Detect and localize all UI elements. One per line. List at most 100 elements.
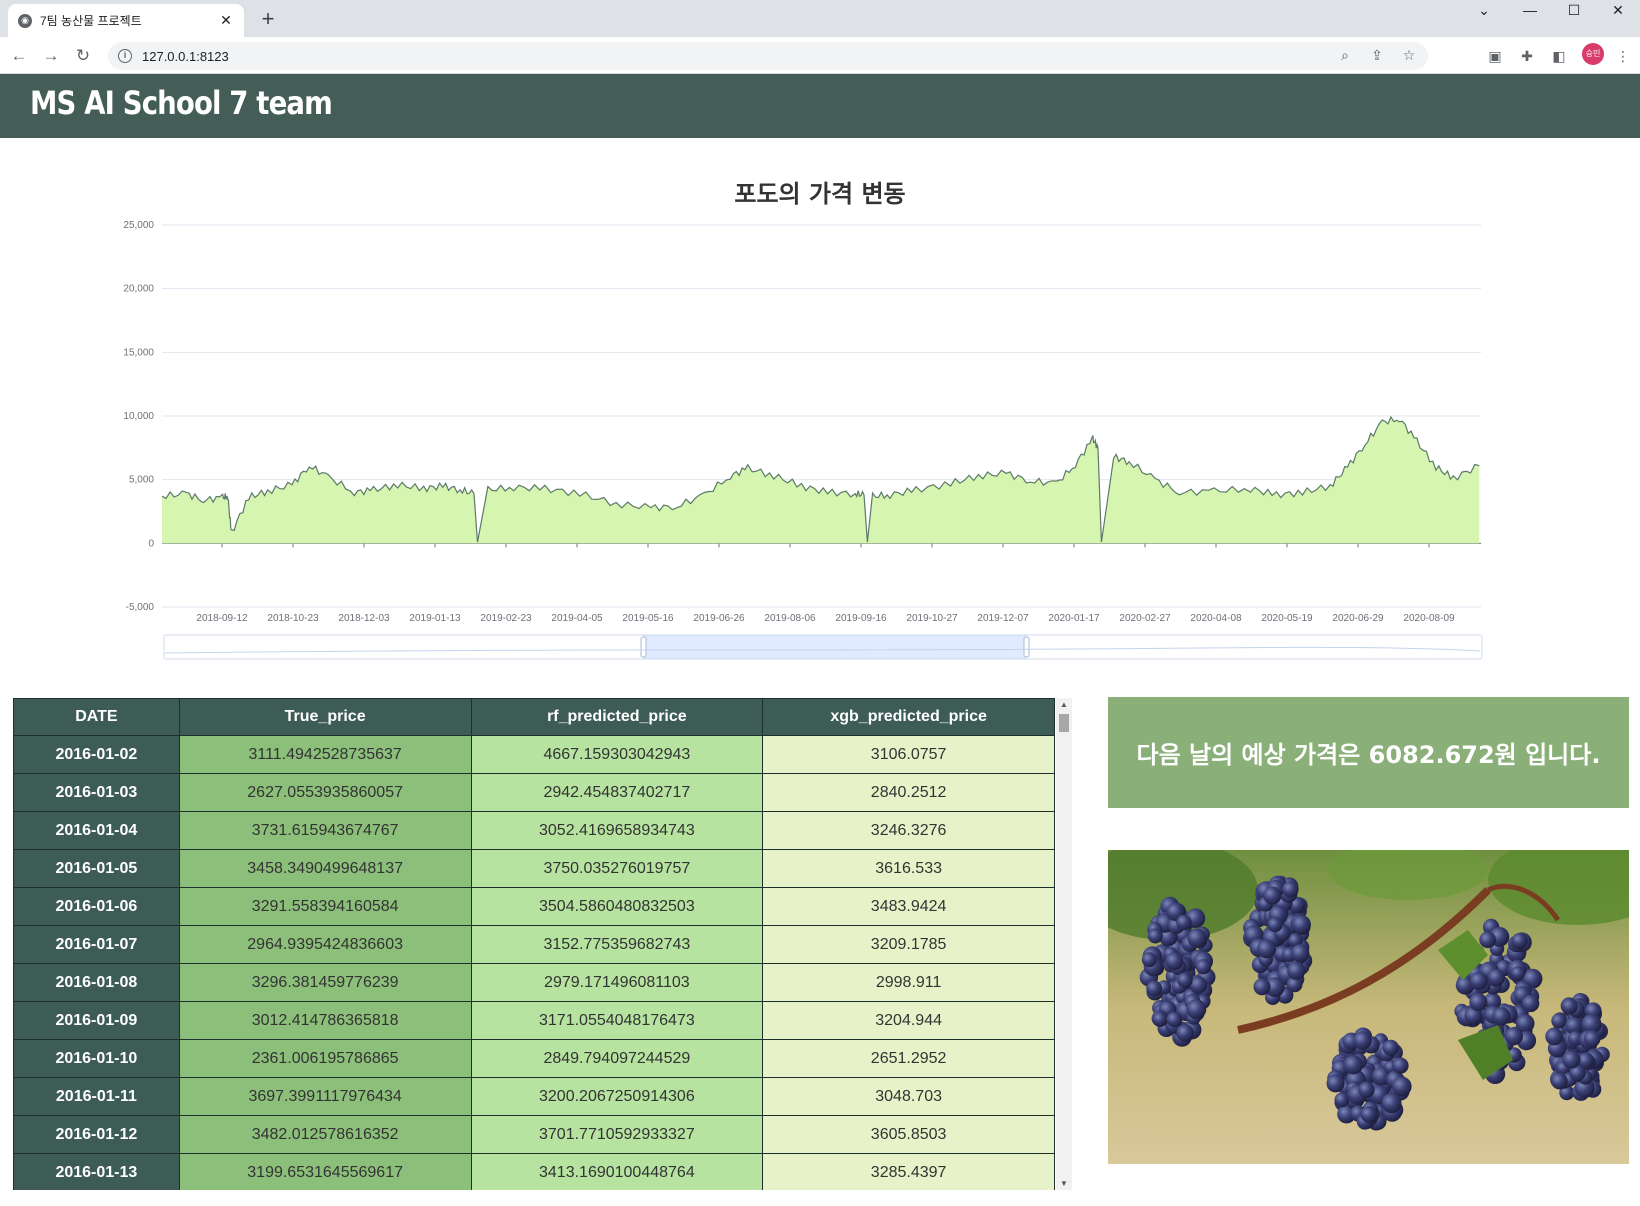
table-cell: 2964.9395424836603 (178, 925, 472, 964)
table-cell: 3246.3276 (762, 811, 1055, 850)
table-row: 2016-01-05 3458.3490499648137 3750.0352760… (13, 849, 1055, 888)
new-tab-button[interactable]: + (256, 6, 280, 32)
column-header[interactable]: True_price (178, 698, 472, 736)
side-panel-icon[interactable]: ◧ (1548, 45, 1570, 67)
url-text: 127.0.0.1:8123 (142, 48, 229, 64)
share-icon[interactable]: ⇪ (1368, 46, 1386, 64)
forward-button[interactable]: → (40, 45, 62, 67)
table-cell: 2998.911 (762, 963, 1055, 1002)
table-row: 2016-01-12 3482.012578616352 3701.77105929… (13, 1115, 1055, 1154)
table-cell: 3048.703 (762, 1077, 1055, 1116)
globe-icon: ◉ (18, 13, 32, 28)
table-cell: 2849.794097244529 (470, 1039, 764, 1078)
zoom-icon[interactable]: ⌕ (1336, 46, 1354, 64)
table-cell: 3012.414786365818 (178, 1001, 472, 1040)
bookmark-star-icon[interactable]: ☆ (1400, 46, 1418, 64)
table-cell: 3731.615943674767 (178, 811, 472, 850)
url-input[interactable]: i 127.0.0.1:8123 ⌕ ⇪ ☆ (108, 42, 1428, 70)
tab-search-icon[interactable]: ⌄ (1462, 0, 1506, 24)
profile-avatar[interactable]: 승민 (1582, 43, 1604, 65)
x-tick-label: 2019-10-27 (906, 613, 958, 624)
scroll-up-icon[interactable]: ▲ (1056, 700, 1072, 709)
column-header[interactable]: xgb_predicted_price (762, 698, 1055, 736)
x-tick-label: 2019-02-23 (480, 613, 532, 624)
zoom-slider-window (643, 635, 1027, 659)
y-tick-label: -5,000 (126, 602, 155, 613)
reload-button[interactable]: ↻ (72, 45, 94, 67)
table-row: 2016-01-11 3697.3991117976434 3200.2067250… (13, 1077, 1055, 1116)
table-cell: 2942.454837402717 (470, 773, 764, 812)
x-tick-label: 2019-05-16 (622, 613, 674, 624)
table-scrollbar[interactable]: ▲ ▼ (1056, 698, 1072, 1190)
maximize-button[interactable]: ☐ (1552, 0, 1596, 24)
close-tab-icon[interactable]: ✕ (218, 12, 234, 29)
table-cell: 2979.171496081103 (470, 963, 764, 1002)
table-cell: 3199.6531645569617 (178, 1153, 472, 1190)
table-cell: 2651.2952 (762, 1039, 1055, 1078)
puzzle-icon[interactable]: ✚ (1516, 45, 1538, 67)
prediction-text: 다음 날의 예상 가격은 6082.672원 입니다. (1136, 741, 1601, 769)
close-window-button[interactable]: ✕ (1596, 0, 1640, 24)
y-tick-label: 0 (148, 538, 154, 549)
scroll-down-icon[interactable]: ▼ (1056, 1179, 1072, 1188)
table-cell: 3171.0554048176473 (470, 1001, 764, 1040)
x-tick-label: 2020-05-19 (1261, 613, 1313, 624)
table-cell: 3605.8503 (762, 1115, 1055, 1154)
x-tick-label: 2020-01-17 (1048, 613, 1100, 624)
price-table-container[interactable]: DATE True_price rf_predicted_price xgb_pred… (13, 698, 1072, 1190)
table-cell: 3204.944 (762, 1001, 1055, 1040)
scroll-thumb[interactable] (1059, 714, 1069, 732)
table-cell: 3413.1690100448764 (470, 1153, 764, 1190)
table-cell: 2016-01-03 (13, 773, 180, 812)
table-row: 2016-01-06 3291.558394160584 3504.58604808… (13, 887, 1055, 926)
table-cell: 3701.7710592933327 (470, 1115, 764, 1154)
info-icon[interactable]: i (118, 49, 132, 63)
table-body: 2016-01-02 3111.4942528735637 4667.1593030… (13, 735, 1055, 1190)
table-cell: 3750.035276019757 (470, 849, 764, 888)
column-header[interactable]: rf_predicted_price (470, 698, 764, 736)
table-cell: 2016-01-11 (13, 1077, 180, 1116)
table-row: 2016-01-08 3296.381459776239 2979.17149608… (13, 963, 1055, 1002)
minimize-button[interactable]: — (1508, 0, 1552, 24)
table-row: 2016-01-10 2361.006195786865 2849.79409724… (13, 1039, 1055, 1078)
column-header[interactable]: DATE (13, 698, 180, 736)
app-header: MS AI School 7 team (0, 74, 1640, 138)
table-cell: 2016-01-06 (13, 887, 180, 926)
table-header-row: DATE True_price rf_predicted_price xgb_pred… (13, 698, 1055, 736)
menu-kebab-icon[interactable]: ⋮ (1612, 45, 1634, 67)
browser-tab[interactable]: ◉ 7팀 농산물 프로젝트 ✕ (8, 4, 244, 37)
y-tick-label: 25,000 (123, 220, 154, 231)
table-cell: 2016-01-08 (13, 963, 180, 1002)
table-cell: 3296.381459776239 (178, 963, 472, 1002)
table-cell: 3152.775359682743 (470, 925, 764, 964)
back-button[interactable]: ← (8, 45, 30, 67)
table-cell: 2361.006195786865 (178, 1039, 472, 1078)
x-tick-label: 2018-12-03 (338, 613, 390, 624)
zoom-handle-left (640, 636, 647, 658)
price-chart[interactable]: -5,000 0 5,000 10,000 15,000 20,000 25,000 2018… (0, 210, 1640, 665)
table-cell: 3291.558394160584 (178, 887, 472, 926)
table-cell: 2016-01-07 (13, 925, 180, 964)
table-row: 2016-01-02 3111.4942528735637 4667.1593030… (13, 735, 1055, 774)
x-tick-label: 2020-08-09 (1403, 613, 1455, 624)
table-row: 2016-01-03 2627.0553935860057 2942.4548374… (13, 773, 1055, 812)
zoom-handle-right (1023, 636, 1030, 658)
table-cell: 3209.1785 (762, 925, 1055, 964)
table-row: 2016-01-09 3012.414786365818 3171.05540481… (13, 1001, 1055, 1040)
y-tick-label: 15,000 (123, 347, 154, 358)
table-cell: 2016-01-04 (13, 811, 180, 850)
browser-tab-bar: ◉ 7팀 농산물 프로젝트 ✕ + ⌄ — ☐ ✕ (0, 0, 1640, 37)
x-tick-label: 2019-06-26 (693, 613, 745, 624)
chart-title: 포도의 가격 변동 (734, 180, 906, 208)
table-cell: 3482.012578616352 (178, 1115, 472, 1154)
extension-icon[interactable]: ▣ (1484, 45, 1506, 67)
table-cell: 3458.3490499648137 (178, 849, 472, 888)
grape-photo (1108, 850, 1629, 1164)
table-cell: 3616.533 (762, 849, 1055, 888)
table-cell: 3052.4169658934743 (470, 811, 764, 850)
table-cell: 2016-01-09 (13, 1001, 180, 1040)
x-tick-label: 2019-08-06 (764, 613, 816, 624)
y-tick-label: 20,000 (123, 284, 154, 295)
x-tick-label: 2019-09-16 (835, 613, 887, 624)
table-cell: 2016-01-13 (13, 1153, 180, 1190)
